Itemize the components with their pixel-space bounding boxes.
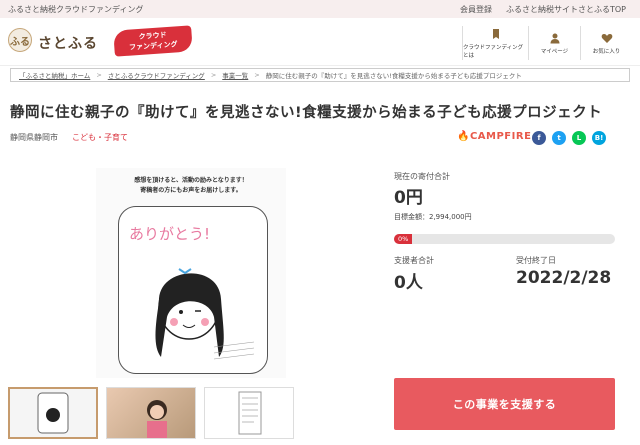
user-icon [550,33,559,43]
line-icon[interactable]: L [572,131,586,145]
site-header: ふる さとふる クラウド ファンディング クラウドファンディングとは マイページ… [0,18,640,66]
support-project-button[interactable]: この事業を支援する [394,378,615,430]
logo-text[interactable]: さとふる [38,33,98,53]
chevron-right-icon: > [96,71,102,79]
nav-mypage[interactable]: マイページ [528,26,580,60]
facebook-icon[interactable]: f [532,131,546,145]
child-drawing: ありがとう! [129,225,255,360]
project-meta: 静岡県静岡市 こども・子育て [10,132,128,143]
chevron-right-icon: > [210,71,217,79]
breadcrumb-project-list[interactable]: 事業一覧 [222,70,248,80]
nav-label: クラウドファンディングとは [463,44,524,59]
nav-label: お気に入り [592,48,621,55]
hatena-icon[interactable]: B! [592,131,606,145]
breadcrumb-crowdfunding[interactable]: さとふるクラウドファンディング [108,70,205,80]
supporters-value: 0人 [394,273,423,293]
current-donation-label: 現在の寄付合計 [394,172,450,181]
satofull-top-link[interactable]: ふるさと納税サイトさとふるTOP [506,4,626,15]
top-bar: ふるさと納税クラウドファンディング 会員登録 ふるさと納税サイトさとふるTOP [0,0,640,18]
thumbnail-document [238,391,262,435]
drawing-text: ありがとう! [129,225,210,243]
thumbnail-photo [147,400,167,438]
chevron-right-icon: > [254,71,260,79]
image-caption-line-2: 寄稿者の方にもお声をお届けします。 [140,187,242,194]
thumbnail-3[interactable] [204,387,294,439]
campfire-logo[interactable]: 🔥CAMPFIRE [457,131,531,142]
nav-label: マイページ [540,48,569,55]
image-caption: 感想を頂けると、活動の励みとなります！ 寄稿者の方にもお声をお届けします。 [96,176,286,196]
site-label: ふるさと納税クラウドファンディング [8,5,144,14]
drawing-frame: ありがとう! [118,206,268,374]
platform-label: CAMPFIRE [469,131,532,142]
logo-icon[interactable]: ふる [8,28,32,52]
current-donation-value: 0円 [394,188,423,208]
thumbnail-2[interactable] [106,387,196,439]
end-date-value: 2022/2/28 [516,268,612,288]
nav-about-crowdfunding[interactable]: クラウドファンディングとは [462,26,528,60]
supporters-label: 支援者合計 [394,256,434,265]
image-thumbnails [8,387,294,439]
progress-fill: 0% [394,234,412,244]
thumbnail-1[interactable] [8,387,98,439]
flame-icon: 🔥 [457,131,470,142]
bookmark-icon [492,28,499,39]
register-link[interactable]: 会員登録 [460,4,492,15]
breadcrumb-current: 静岡に住む親子の『助けて』を見逃さない!食糧支援から始まる子ども応援プロジェクト [265,72,522,80]
project-main-image[interactable]: 感想を頂けると、活動の励みとなります！ 寄稿者の方にもお声をお届けします。 あり… [96,168,286,378]
header-nav: クラウドファンディングとは マイページ お気に入り [462,26,632,60]
thumbnail-drawing [37,392,69,434]
end-date-label: 受付終了日 [516,256,556,265]
image-caption-line-1: 感想を頂けると、活動の励みとなります！ [134,177,248,184]
nav-favorites[interactable]: お気に入り [580,26,632,60]
share-buttons: f t L B! [532,131,606,145]
crowdfunding-badge[interactable]: クラウド ファンディング [113,25,193,57]
donation-progress-bar: 0% [394,234,615,244]
twitter-icon[interactable]: t [552,131,566,145]
page-title: 静岡に住む親子の『助けて』を見逃さない!食糧支援から始まる子ども応援プロジェクト [10,105,603,121]
heart-icon [601,33,612,43]
breadcrumb-home[interactable]: 「ふるさと納税」ホーム [19,70,90,80]
project-location: 静岡県静岡市 [10,133,58,142]
project-category[interactable]: こども・子育て [72,132,128,143]
breadcrumb: 「ふるさと納税」ホーム > さとふるクラウドファンディング > 事業一覧 > 静… [10,68,630,82]
goal-amount: 目標金額：2,994,000円 [394,213,472,221]
